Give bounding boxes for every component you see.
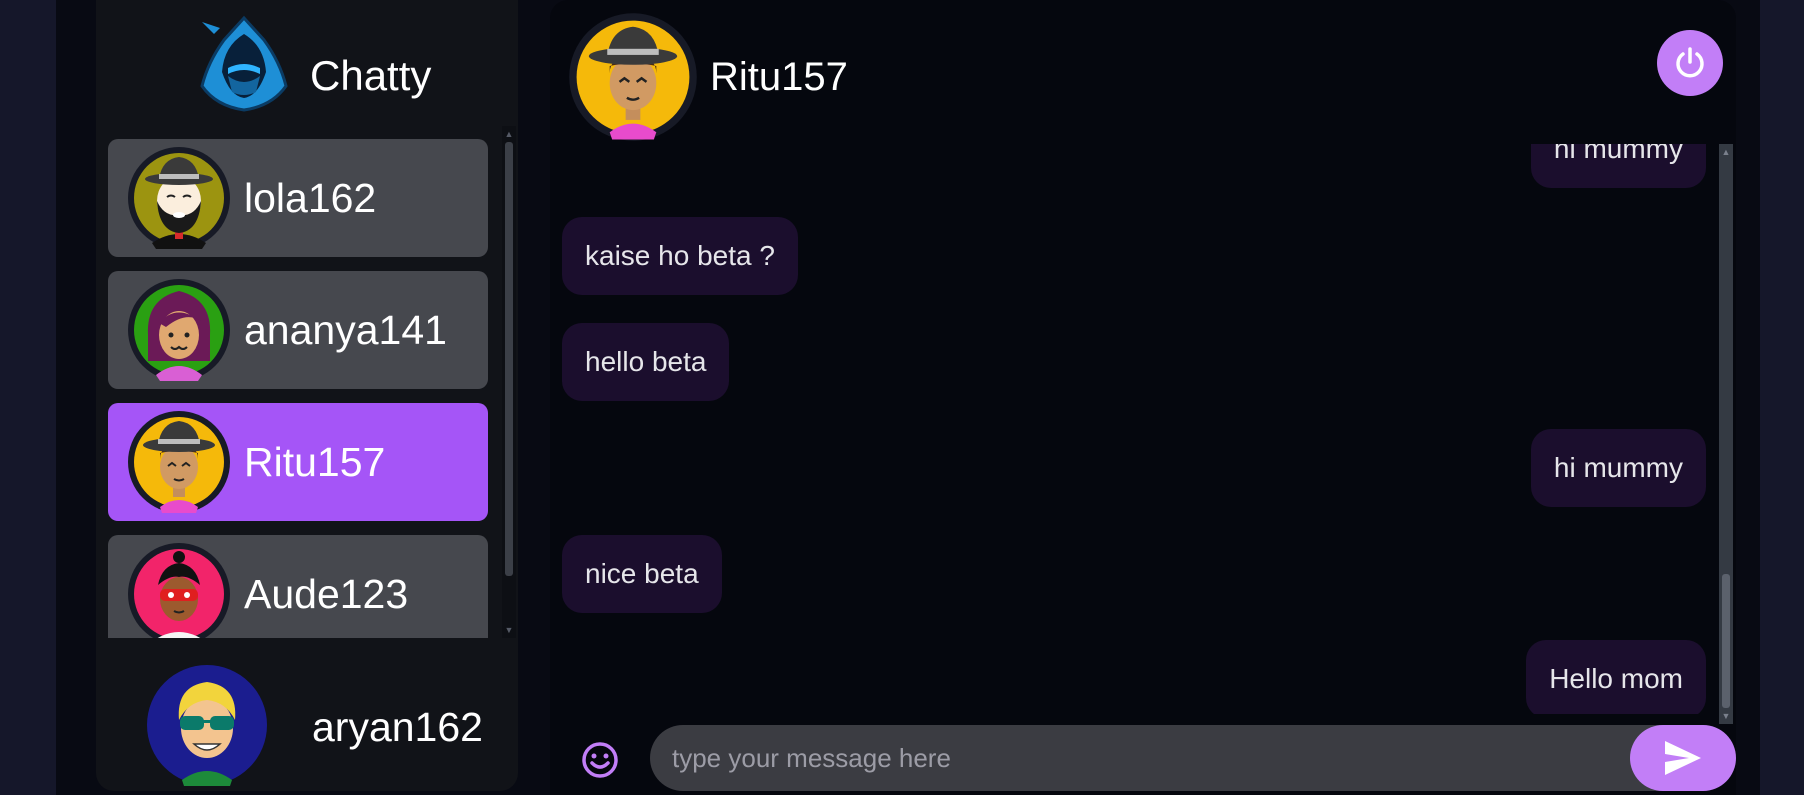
message-bubble-sent: hi mummy [1530, 429, 1706, 507]
message-input[interactable] [650, 725, 1700, 791]
contact-item-aude123[interactable]: Aude123 [108, 535, 488, 638]
chat-contact-name: Ritu157 [710, 55, 848, 99]
contact-list: lola162 ananya141 Ritu157 Aude123 [108, 138, 488, 638]
power-icon [1676, 47, 1704, 78]
message-bubble-received: hello beta [562, 323, 730, 401]
contact-name: Ritu157 [244, 439, 386, 485]
send-icon [1665, 741, 1701, 775]
chat-panel: Ritu157 hi mummy kaise ho beta ? hello b… [550, 0, 1736, 795]
contact-name: ananya141 [244, 307, 447, 353]
message-bubble-received: kaise ho beta ? [562, 217, 798, 295]
contact-item-ananya141[interactable]: ananya141 [108, 271, 488, 389]
message-bubble-sent: hi mummy [1530, 144, 1706, 188]
contact-name: Aude123 [244, 571, 409, 617]
contact-item-lola162[interactable]: lola162 [108, 139, 488, 257]
avatar-red-mask-character [126, 541, 232, 638]
logout-button[interactable] [1657, 30, 1723, 96]
contact-item-ritu157[interactable]: Ritu157 [108, 403, 488, 521]
hooded-ninja-logo-icon [194, 14, 294, 114]
message-bubble-sent: Hello mom [1526, 640, 1706, 714]
scroll-up-arrow-icon[interactable]: ▲ [502, 128, 516, 140]
brand-name: Chatty [310, 52, 432, 99]
message-bubble-received: nice beta [562, 535, 722, 613]
contact-name: lola162 [244, 175, 377, 221]
current-user: aryan162 [96, 638, 518, 791]
current-user-name: aryan162 [312, 704, 483, 750]
message-list: hi mummy kaise ho beta ? hello beta hi m… [562, 144, 1706, 714]
right-page-edge [1760, 0, 1804, 795]
avatar-woman-purple-hair [126, 277, 232, 383]
avatar-bearded-man-hat [126, 145, 232, 251]
avatar-hat-woman-yellow [126, 409, 232, 515]
message-list-scrollbar[interactable]: ▲ ▼ [1719, 144, 1733, 724]
scrollbar-thumb[interactable] [505, 142, 513, 576]
emoji-button[interactable] [580, 740, 620, 780]
chat-contact-avatar [568, 12, 698, 142]
brand-header: Chatty [96, 0, 518, 140]
scroll-up-arrow-icon[interactable]: ▲ [1719, 146, 1733, 158]
send-button[interactable] [1630, 725, 1736, 791]
left-page-edge [0, 0, 56, 795]
avatar-blonde-sunglasses [146, 664, 268, 786]
scroll-down-arrow-icon[interactable]: ▼ [1719, 710, 1733, 722]
smiley-icon [582, 742, 618, 778]
scroll-down-arrow-icon[interactable]: ▼ [502, 624, 516, 636]
contact-list-scrollbar[interactable]: ▲ ▼ [502, 126, 516, 638]
sidebar: Chatty lola162 ananya141 Ritu157 Aude123… [96, 0, 518, 791]
scrollbar-thumb[interactable] [1722, 574, 1730, 708]
